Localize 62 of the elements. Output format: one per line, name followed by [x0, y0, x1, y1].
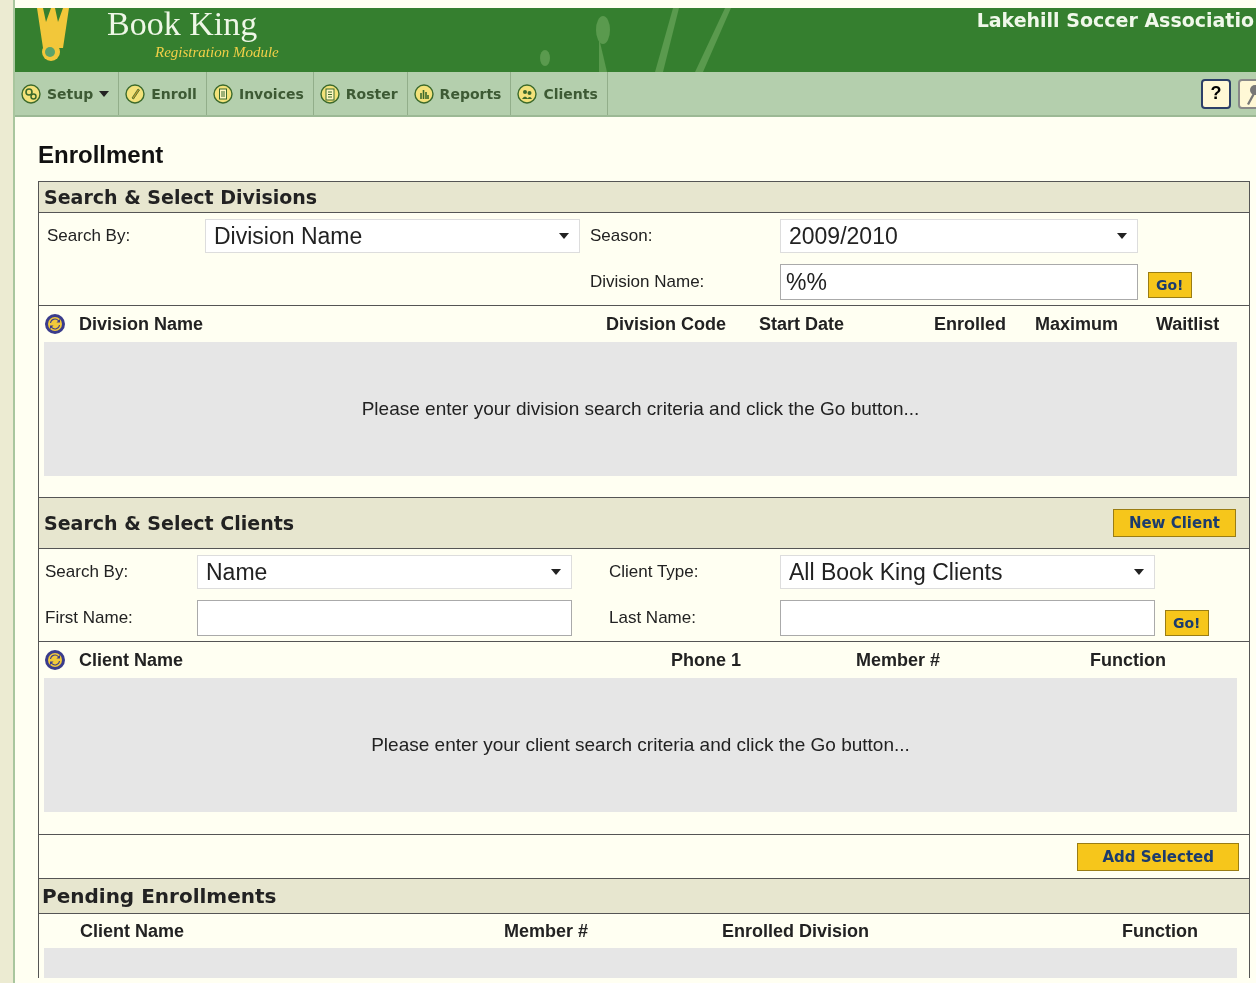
column-header: Member #: [856, 649, 942, 671]
dropdown[interactable]: Division Name: [205, 219, 580, 253]
go-button[interactable]: Go!: [1165, 610, 1209, 636]
column-header: Phone 1: [671, 649, 742, 671]
organization-name: Lakehill Soccer Associatio: [976, 8, 1254, 31]
refresh-icon[interactable]: [44, 313, 66, 335]
refresh-icon[interactable]: [44, 649, 66, 671]
bar-chart-icon: [413, 83, 434, 104]
column-header: Enrolled Division: [722, 920, 871, 942]
field-label: Client Type:: [608, 562, 700, 582]
dropdown[interactable]: 2009/2010: [780, 219, 1138, 253]
field-label: Season:: [589, 226, 654, 246]
field-label: Search By:: [47, 226, 132, 246]
key-icon: [1246, 82, 1256, 105]
clipboard-icon: [319, 83, 340, 104]
new-client-button[interactable]: New Client: [1112, 509, 1236, 537]
go-button[interactable]: Go!: [1148, 272, 1192, 298]
column-header: Waitlist: [1156, 313, 1221, 335]
gear-icon: [21, 83, 41, 104]
column-header: Client Name: [80, 920, 186, 942]
add-selected-button[interactable]: Add Selected: [1077, 842, 1239, 871]
caret-icon: [99, 90, 110, 97]
column-header: Function: [1090, 649, 1167, 671]
people-icon: [517, 83, 538, 104]
pencil-icon: [125, 83, 146, 104]
column-header: Division Name: [79, 313, 204, 335]
nav-item[interactable]: Enroll: [119, 72, 207, 115]
column-header: Start Date: [759, 313, 846, 335]
nav-item[interactable]: Clients: [511, 72, 608, 115]
column-header: Function: [1122, 920, 1199, 942]
section-title: Search & Select Divisions: [44, 186, 318, 208]
column-header: Maximum: [1035, 313, 1120, 335]
empty-message: Please enter your client search criteria and click the Go button...: [371, 734, 910, 756]
caret-icon: [1117, 233, 1127, 239]
nav-item[interactable]: Roster: [313, 72, 408, 115]
input-field[interactable]: [780, 600, 1155, 636]
field-label: Last Name:: [608, 608, 697, 628]
field-label: Division Name:: [589, 272, 706, 292]
column-header: Division Code: [606, 313, 727, 335]
nav-item[interactable]: Setup: [15, 72, 120, 115]
nav-item[interactable]: Reports: [407, 72, 512, 115]
input-field[interactable]: [197, 600, 572, 636]
app-title: Book King: [107, 8, 259, 44]
column-header: Enrolled: [934, 313, 1007, 335]
caret-icon: [1134, 569, 1144, 575]
help-button[interactable]: ?: [1201, 78, 1231, 109]
column-header: Client Name: [79, 649, 184, 671]
dropdown[interactable]: All Book King Clients: [780, 555, 1155, 589]
page-title: Enrollment: [38, 141, 165, 169]
caret-icon: [551, 569, 561, 575]
section-title: Pending Enrollments: [42, 884, 277, 908]
empty-message: Please enter your division search criteria and click the Go button...: [361, 398, 920, 420]
nav-item[interactable]: Invoices: [206, 72, 314, 115]
app-subtitle: Registration Module: [155, 44, 279, 61]
column-header: Member #: [504, 920, 590, 942]
input-field[interactable]: %%: [780, 264, 1138, 300]
dropdown[interactable]: Name: [197, 555, 572, 589]
field-label: First Name:: [45, 608, 134, 628]
field-label: Search By:: [45, 562, 130, 582]
section-title: Search & Select Clients: [44, 512, 295, 534]
caret-icon: [559, 233, 569, 239]
document-icon: [212, 83, 233, 104]
